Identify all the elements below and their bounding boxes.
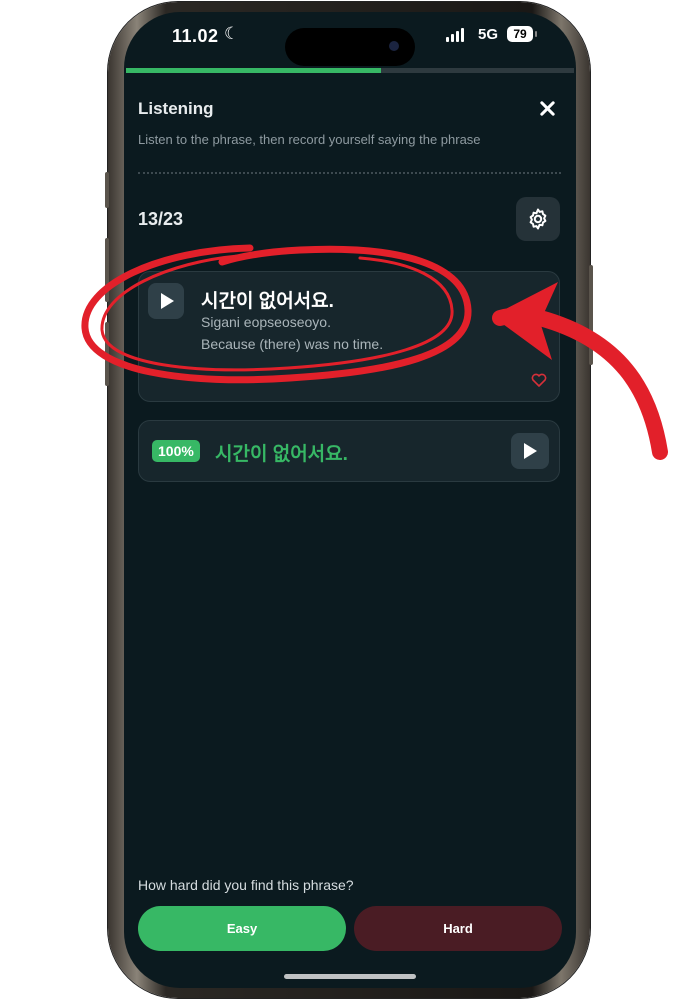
battery-cap	[535, 31, 537, 37]
phrase-counter: 13/23	[138, 209, 184, 229]
signal-icon	[446, 28, 464, 42]
power-button	[589, 265, 593, 365]
easy-button[interactable]: Easy	[138, 906, 346, 951]
phrase-translation: Because (there) was no time.	[201, 336, 384, 352]
status-bar: 11.02 ☾ 5G 79	[124, 12, 576, 66]
camera-icon	[389, 41, 399, 51]
network-type: 5G	[478, 26, 499, 43]
settings-button[interactable]	[516, 197, 560, 241]
recording-play-button[interactable]	[511, 433, 549, 469]
phrase-korean: 시간이 없어서요.	[201, 291, 334, 312]
hard-button[interactable]: Hard	[354, 906, 562, 951]
lesson-progress-fill	[126, 68, 382, 73]
lesson-progress-bar	[126, 68, 574, 73]
phrase-play-button[interactable]	[148, 283, 184, 319]
dynamic-island	[285, 28, 415, 66]
action-button	[105, 172, 109, 208]
heart-icon[interactable]	[531, 373, 547, 387]
moon-icon: ☾	[224, 24, 240, 43]
divider	[138, 172, 561, 174]
home-indicator	[284, 974, 416, 979]
gear-icon	[529, 208, 547, 230]
recording-result-card: 100% 시간이 없어서요.	[138, 420, 560, 482]
difficulty-question: How hard did you find this phrase?	[138, 877, 354, 893]
score-badge: 100%	[152, 440, 200, 462]
page-title: Listening	[138, 99, 214, 118]
volume-down-button	[105, 322, 109, 386]
volume-up-button	[105, 238, 109, 302]
battery-icon: 79	[507, 26, 533, 42]
phrase-card: 시간이 없어서요. Sigani eopseoseoyo. Because (t…	[138, 271, 560, 402]
recognized-phrase: 시간이 없어서요.	[215, 444, 348, 465]
app-screen: 11.02 ☾ 5G 79 Listening Listen to the ph…	[124, 12, 576, 988]
status-time: 11.02	[172, 26, 219, 46]
phrase-romanization: Sigani eopseoseoyo.	[201, 314, 331, 330]
close-icon[interactable]	[534, 95, 562, 123]
instruction-text: Listen to the phrase, then record yourse…	[138, 132, 481, 147]
